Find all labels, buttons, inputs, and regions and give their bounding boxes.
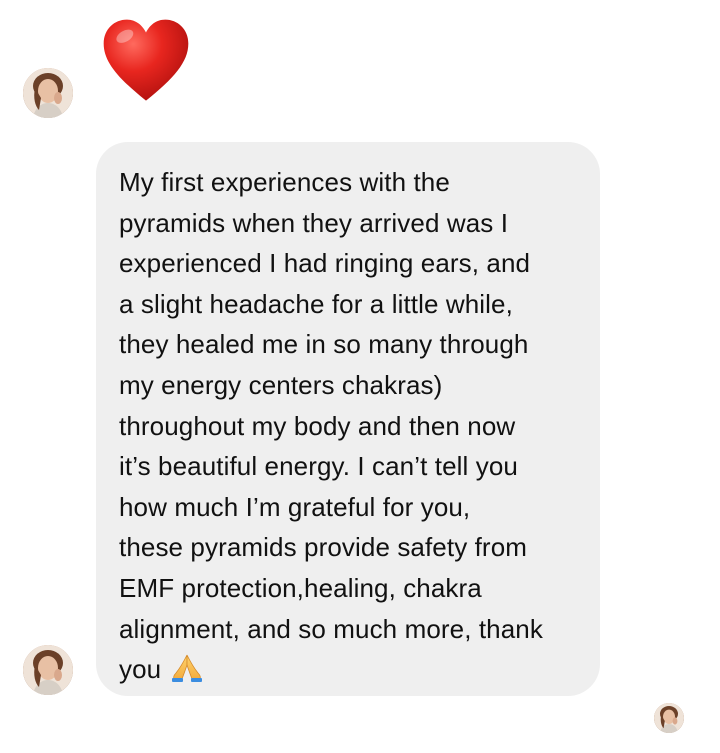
red-heart-icon[interactable] [100,16,192,108]
folded-hands-icon [169,653,205,683]
message-text: My first experiences with the pyramids w… [119,167,543,685]
read-receipt-avatar [654,703,684,733]
sender-avatar[interactable] [23,68,73,118]
avatar-image [23,645,73,695]
avatar-image [654,703,684,733]
sender-avatar[interactable] [23,645,73,695]
avatar-image [23,68,73,118]
message-bubble[interactable]: My first experiences with the pyramids w… [96,142,600,696]
